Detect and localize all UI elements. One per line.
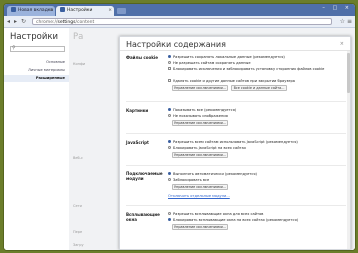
gear-icon [60, 7, 65, 12]
manage-exceptions-button[interactable]: Управление исключениями... [172, 152, 228, 158]
forward-icon[interactable]: ▸ [14, 18, 17, 25]
radio-icon [168, 108, 171, 111]
option-allow-javascript[interactable]: Разрешить всем сайтам использовать JavaS… [168, 140, 298, 144]
browser-toolbar: ◂ ▸ ↻ chrome://settings/content ☆ ≡ [4, 16, 355, 28]
option-allow-local-data[interactable]: Разрешить сохранять локальные данные (ре… [168, 55, 285, 59]
option-block-javascript[interactable]: Блокировать JavaScript на всех сайтах [168, 146, 246, 150]
manage-exceptions-button[interactable]: Управление исключениями... [172, 224, 228, 230]
content-settings-dialog: Настройки содержания × Файлы cookie Разр… [119, 36, 351, 250]
divider [126, 205, 346, 206]
tab-strip: Новая вкладка × Настройки × – □ × [4, 4, 355, 16]
browser-window: Новая вкладка × Настройки × – □ × ◂ ▸ ↻ ch… [4, 4, 355, 250]
sidebar-item-basic[interactable]: Основные [46, 60, 65, 64]
section-label-images: Картинки [126, 108, 149, 113]
settings-page: Настройки ⚲ Основные Личные материалы Ра… [4, 28, 355, 250]
radio-icon [168, 61, 171, 64]
section-label-plugins: Подключаемые модули [126, 171, 163, 181]
all-cookies-button[interactable]: Все cookie и данные сайта... [231, 85, 287, 91]
close-icon[interactable]: × [340, 41, 344, 47]
background-label: Загру [73, 243, 84, 247]
background-label: Веб-с [73, 156, 83, 160]
option-block-plugins[interactable]: Заблокировать все [168, 178, 209, 182]
tab-new-tab[interactable]: Новая вкладка × [7, 6, 55, 16]
reload-icon[interactable]: ↻ [21, 18, 26, 25]
radio-icon [168, 140, 171, 143]
page-icon [11, 7, 16, 12]
checkbox-icon [168, 79, 171, 82]
sidebar-item-personal[interactable]: Личные материалы [28, 68, 65, 72]
window-controls[interactable]: – □ × [322, 5, 352, 11]
tab-label: Настройки [67, 8, 93, 13]
option-block-data[interactable]: Не разрешать сайтам сохранять данные [168, 61, 251, 65]
radio-icon [168, 146, 171, 149]
url-host: settings [57, 20, 76, 25]
option-block-popups[interactable]: Блокировать всплывающие окна на всех сай… [168, 218, 298, 222]
close-tab-icon[interactable]: × [108, 6, 112, 16]
option-hide-images[interactable]: Не показывать изображения [168, 114, 228, 118]
tab-settings[interactable]: Настройки × [56, 6, 114, 16]
divider [120, 50, 350, 51]
tab-label: Новая вкладка [18, 8, 54, 13]
background-label: Конфи [73, 62, 86, 66]
address-bar[interactable]: chrome://settings/content [32, 18, 332, 25]
divider [126, 101, 346, 102]
option-block-third-party[interactable]: Блокировать исключения и заблокировать у… [168, 67, 324, 71]
radio-icon [168, 55, 171, 58]
radio-icon [168, 212, 171, 215]
disable-plugins-link[interactable]: Отключить отдельные модули... [168, 194, 230, 198]
option-clear-on-exit[interactable]: Удалять cookie и другие данные сайтов пр… [168, 79, 295, 83]
manage-exceptions-button[interactable]: Управление исключениями... [172, 85, 228, 91]
option-show-all-images[interactable]: Показывать все (рекомендуется) [168, 108, 236, 112]
close-tab-icon[interactable]: × [49, 6, 53, 16]
sidebar-item-advanced[interactable]: Расширенные [4, 75, 69, 82]
divider [126, 133, 346, 134]
section-label-javascript: JavaScript [126, 140, 149, 145]
new-tab-button[interactable] [117, 8, 126, 14]
radio-icon [168, 172, 171, 175]
section-label-cookies: Файлы cookie [126, 55, 159, 60]
option-run-plugins[interactable]: Выполнять автоматически (рекомендуется) [168, 172, 257, 176]
sidebar: Настройки ⚲ Основные Личные материалы Ра… [4, 28, 69, 250]
url-path: /content [75, 20, 95, 25]
divider [126, 165, 346, 166]
background-title: Ра [73, 32, 84, 42]
dialog-scrollbar[interactable] [347, 51, 350, 249]
search-input[interactable]: ⚲ [10, 45, 65, 52]
url-scheme: chrome:// [36, 20, 58, 25]
radio-icon [168, 114, 171, 117]
option-allow-popups[interactable]: Разрешить всплывающие окна для всех сайт… [168, 212, 263, 216]
dialog-title: Настройки содержания [126, 40, 226, 49]
radio-icon [168, 178, 171, 181]
manage-exceptions-button[interactable]: Управление исключениями... [172, 120, 228, 126]
scrollbar-thumb[interactable] [347, 53, 350, 93]
radio-icon [168, 218, 171, 221]
search-icon: ⚲ [12, 45, 16, 51]
sidebar-title: Настройки [10, 32, 59, 42]
section-label-popups: Всплывающие окна [126, 212, 160, 222]
background-label: Сети [73, 204, 82, 208]
back-icon[interactable]: ◂ [7, 18, 10, 25]
checkbox-icon [168, 67, 171, 70]
manage-exceptions-button[interactable]: Управление исключениями... [172, 184, 228, 190]
menu-icons[interactable]: ☆ ≡ [340, 18, 352, 25]
background-label: Пере [73, 230, 83, 234]
